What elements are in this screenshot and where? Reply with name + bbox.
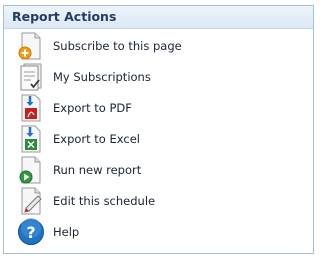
export-pdf-icon [17, 94, 45, 122]
export-pdf-item[interactable]: Export to PDF [4, 92, 313, 123]
panel-title: Report Actions [4, 6, 313, 29]
export-excel-label: Export to Excel [53, 131, 140, 146]
subscriptions-list-icon [17, 63, 45, 91]
actions-list: Subscribe to this page My Subscriptions [4, 30, 313, 247]
export-excel-item[interactable]: Export to Excel [4, 123, 313, 154]
export-pdf-label: Export to PDF [53, 100, 132, 115]
subscribe-page-label: Subscribe to this page [53, 38, 182, 53]
edit-schedule-label: Edit this schedule [53, 193, 156, 208]
help-label: Help [53, 224, 80, 239]
subscribe-page-icon [17, 32, 45, 60]
my-subscriptions-item[interactable]: My Subscriptions [4, 61, 313, 92]
run-report-icon [17, 156, 45, 184]
edit-schedule-item[interactable]: Edit this schedule [4, 185, 313, 216]
help-icon: ? [17, 217, 45, 246]
subscribe-page-item[interactable]: Subscribe to this page [4, 30, 313, 61]
export-excel-icon [17, 125, 45, 153]
svg-text:?: ? [26, 223, 35, 242]
help-item[interactable]: ? Help [4, 216, 313, 247]
my-subscriptions-label: My Subscriptions [53, 69, 151, 84]
run-report-label: Run new report [53, 162, 142, 177]
run-report-item[interactable]: Run new report [4, 154, 313, 185]
edit-schedule-icon [17, 187, 45, 215]
report-actions-panel: Report Actions Subscribe to this page My… [3, 5, 314, 254]
